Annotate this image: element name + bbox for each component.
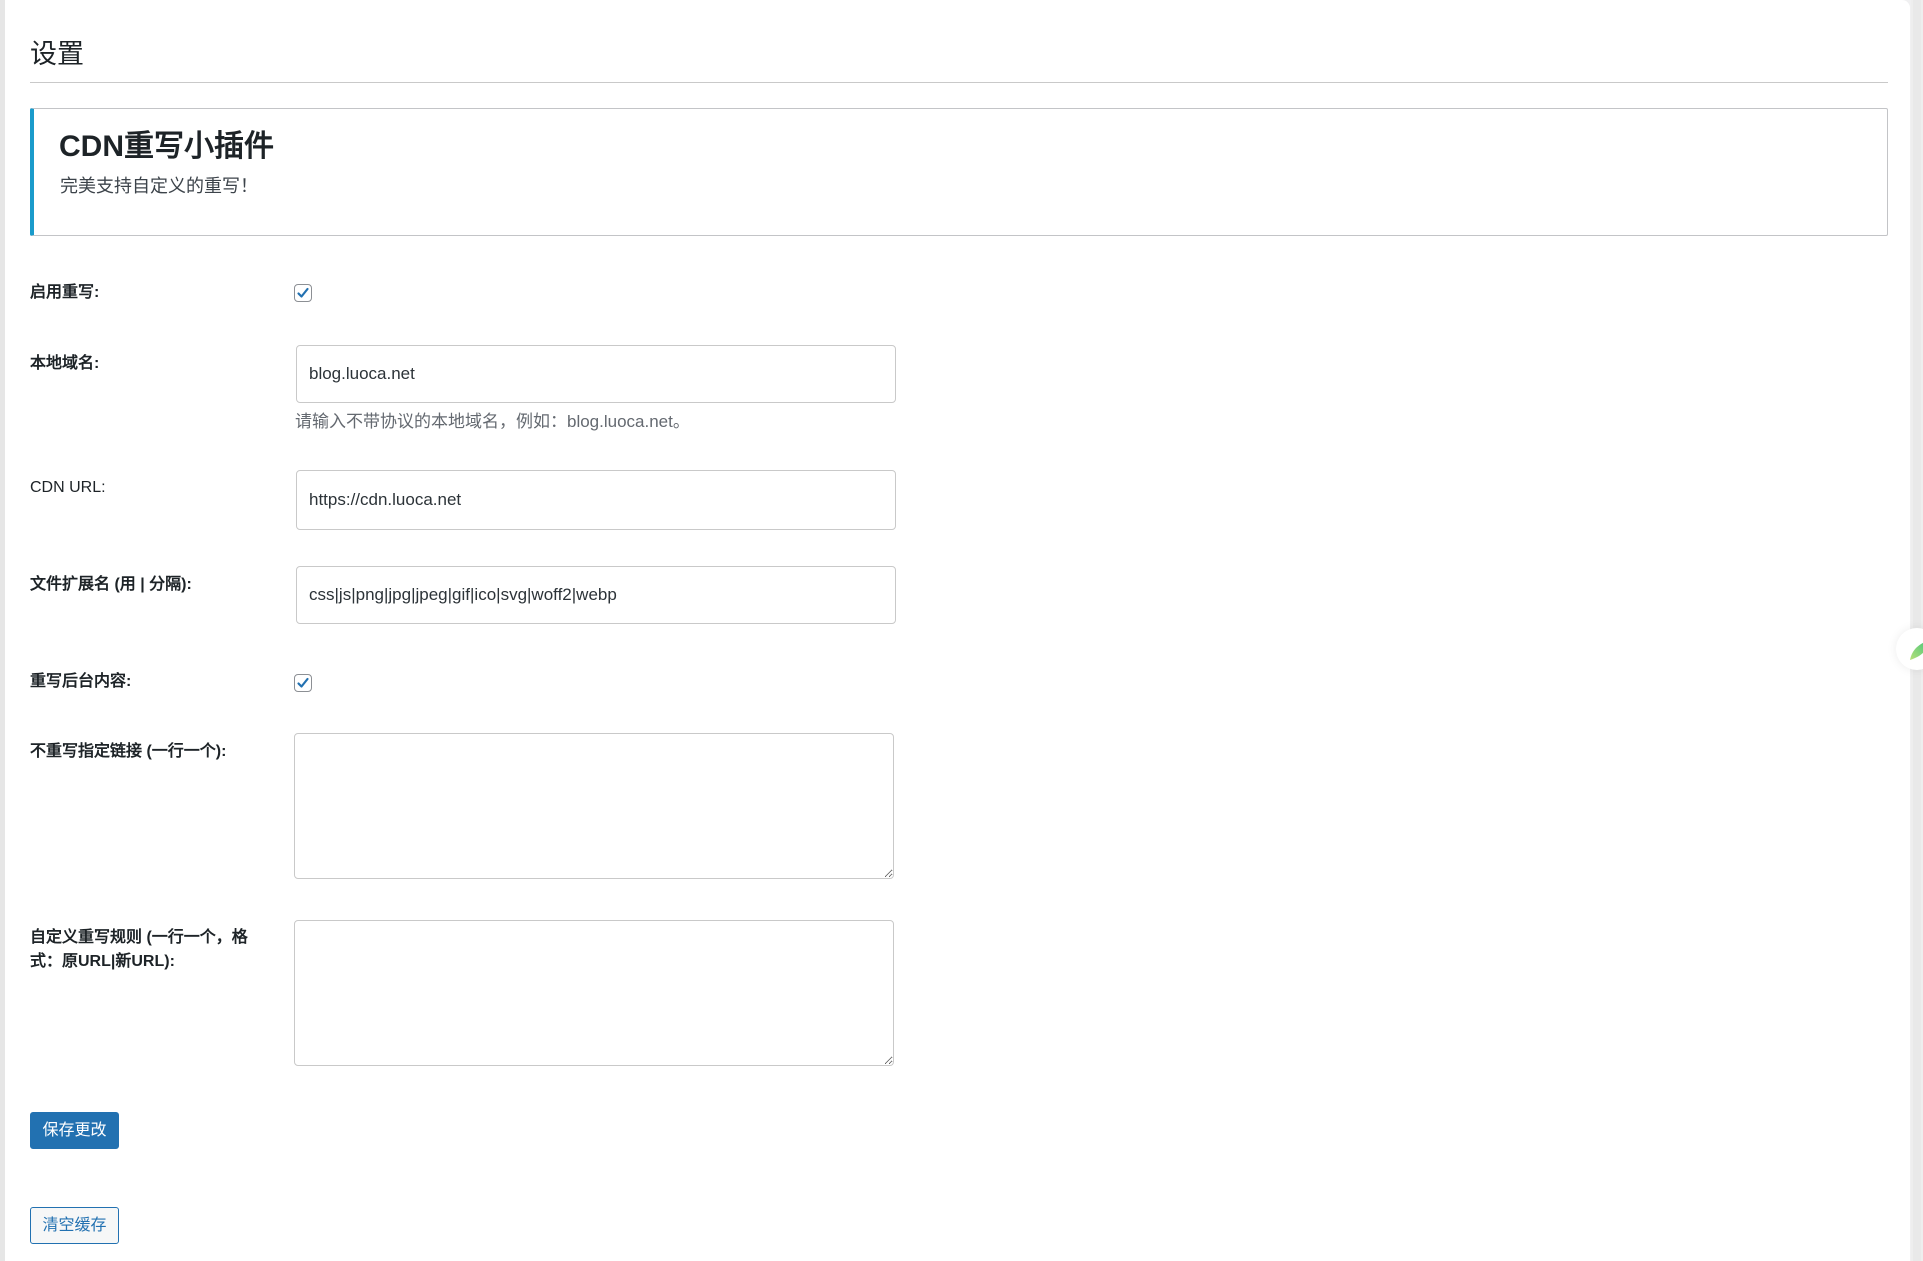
title-divider (30, 82, 1888, 83)
exclude-links-textarea[interactable] (294, 733, 894, 879)
custom-rules-textarea[interactable] (294, 920, 894, 1066)
extensions-input[interactable] (296, 566, 896, 624)
rewrite-admin-label: 重写后台内容: (30, 673, 132, 690)
exclude-links-label: 不重写指定链接 (一行一个): (30, 743, 227, 760)
enable-rewrite-checkbox[interactable] (294, 284, 312, 302)
custom-rules-label: 自定义重写规则 (一行一个，格式：原URL|新URL): (30, 929, 248, 970)
save-changes-button[interactable]: 保存更改 (30, 1112, 119, 1149)
plugin-info-notice: CDN重写小插件 完美支持自定义的重写！ (30, 108, 1888, 236)
local-domain-help: 请输入不带协议的本地域名，例如：blog.luoca.net。 (295, 412, 690, 431)
cdn-url-input[interactable] (296, 470, 896, 530)
rewrite-admin-checkbox[interactable] (294, 674, 312, 692)
local-domain-label: 本地域名: (30, 355, 100, 372)
leaf-icon (1910, 642, 1923, 660)
page-title: 设置 (30, 39, 84, 69)
notice-title: CDN重写小插件 (59, 130, 274, 163)
cdn-url-label: CDN URL: (30, 479, 106, 496)
checkmark-icon (297, 287, 309, 298)
clear-cache-button[interactable]: 清空缓存 (30, 1207, 119, 1244)
extensions-label: 文件扩展名 (用 | 分隔): (30, 576, 192, 593)
notice-subtitle: 完美支持自定义的重写！ (60, 176, 258, 196)
enable-rewrite-label: 启用重写: (30, 284, 100, 301)
local-domain-input[interactable] (296, 345, 896, 403)
checkmark-icon (297, 677, 309, 688)
